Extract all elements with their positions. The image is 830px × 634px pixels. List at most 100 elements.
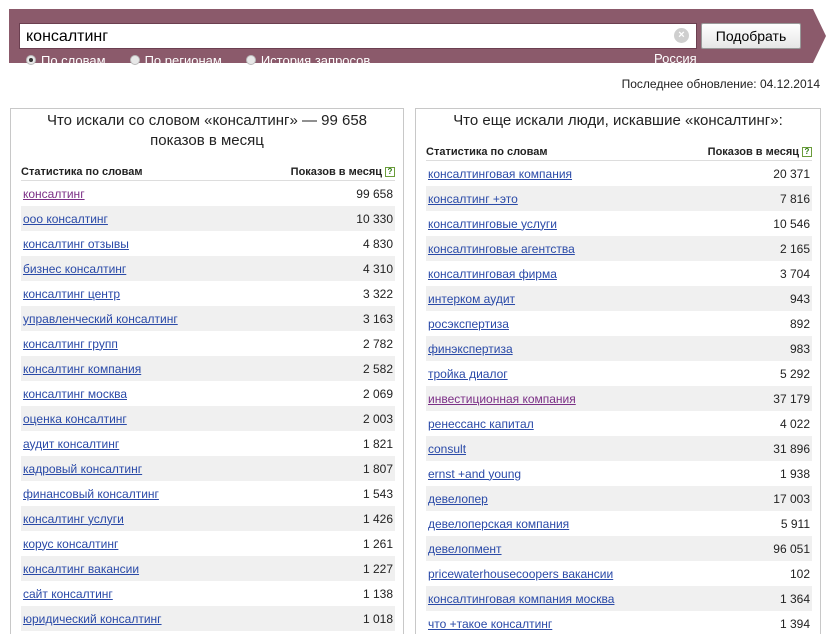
column-count: Показов в месяц? — [291, 166, 395, 178]
keyword-link[interactable]: инвестиционная компания — [428, 392, 576, 406]
keyword-link[interactable]: оценка консалтинг — [23, 412, 127, 426]
impressions-count: 2 165 — [779, 241, 810, 256]
impressions-count: 102 — [789, 566, 810, 581]
keyword-link[interactable]: девелоперская компания — [428, 517, 569, 531]
impressions-count: 96 051 — [773, 541, 810, 556]
keyword-link[interactable]: consult — [428, 442, 466, 456]
table-row: консалтинг компания 2 582 — [21, 356, 395, 381]
keyword-link[interactable]: консалтинговая компания — [428, 167, 572, 181]
column-header: Статистика по словам Показов в месяц? — [21, 163, 395, 181]
keyword-link[interactable]: финэкспертиза — [428, 342, 513, 356]
column-count-label: Показов в месяц — [707, 145, 799, 158]
keyword-link[interactable]: сайт консалтинг — [23, 587, 113, 601]
mode-by-words[interactable]: По словам — [26, 53, 106, 68]
impressions-count: 2 582 — [362, 361, 393, 376]
keyword-link[interactable]: консалтинг +это — [428, 192, 518, 206]
keyword-link[interactable]: росэкспертиза — [428, 317, 509, 331]
panel-title: Что искали со словом «консалтинг» — 99 6… — [46, 112, 368, 149]
mode-label: По регионам — [144, 52, 222, 68]
impressions-count: 1 227 — [362, 561, 393, 576]
column-word: Статистика по словам — [426, 145, 548, 158]
keyword-link[interactable]: консалтинг вакансии — [23, 562, 139, 576]
region-link[interactable]: Россия — [654, 51, 697, 66]
keyword-link[interactable]: консалтинговая компания москва — [428, 592, 614, 606]
table-row: консалтинг москва 2 069 — [21, 381, 395, 406]
impressions-count: 1 938 — [779, 466, 810, 481]
search-input[interactable]: консалтинг — [19, 23, 697, 49]
table-row: тройка диалог 5 292 — [426, 361, 812, 386]
mode-query-history[interactable]: История запросов — [245, 53, 370, 68]
keyword-link[interactable]: ренессанс капитал — [428, 417, 534, 431]
keyword-link[interactable]: что +такое консалтинг — [428, 617, 552, 631]
keyword-link[interactable]: девелопмент — [428, 542, 502, 556]
impressions-count: 4 830 — [362, 236, 393, 251]
keyword-link[interactable]: консалтинговые услуги — [428, 217, 557, 231]
keyword-link[interactable]: финансовый консалтинг — [23, 487, 159, 501]
table-row: сайт консалтинг 1 138 — [21, 581, 395, 606]
keyword-link[interactable]: аудит консалтинг — [23, 437, 119, 451]
keyword-link[interactable]: ernst +and young — [428, 467, 521, 481]
clear-icon[interactable]: × — [674, 28, 689, 43]
table-row: управленческий консалтинг 3 163 — [21, 306, 395, 331]
keyword-link[interactable]: консалтинг центр — [23, 287, 120, 301]
keyword-link[interactable]: бизнес консалтинг — [23, 262, 126, 276]
keyword-link[interactable]: консалтинг компания — [23, 362, 141, 376]
table-row: pricewaterhousecoopers вакансии 102 — [426, 561, 812, 586]
table-row: финансовый консалтинг 1 543 — [21, 481, 395, 506]
keyword-link[interactable]: интерком аудит — [428, 292, 515, 306]
impressions-count: 3 163 — [362, 311, 393, 326]
impressions-count: 99 658 — [356, 186, 393, 201]
table-row: финэкспертиза 983 — [426, 336, 812, 361]
impressions-count: 1 261 — [362, 536, 393, 551]
keyword-link[interactable]: управленческий консалтинг — [23, 312, 178, 326]
impressions-count: 20 371 — [773, 166, 810, 181]
table-row: ernst +and young 1 938 — [426, 461, 812, 486]
impressions-count: 10 546 — [773, 216, 810, 231]
keyword-link[interactable]: консалтинг услуги — [23, 512, 124, 526]
keyword-link[interactable]: pricewaterhousecoopers вакансии — [428, 567, 613, 581]
keyword-link[interactable]: кадровый консалтинг — [23, 462, 142, 476]
impressions-count: 17 003 — [773, 491, 810, 506]
keyword-link[interactable]: корус консалтинг — [23, 537, 118, 551]
impressions-count: 3 322 — [362, 286, 393, 301]
keyword-link[interactable]: ооо консалтинг — [23, 212, 108, 226]
table-row: консалтинговые услуги 10 546 — [426, 211, 812, 236]
mode-by-regions[interactable]: По регионам — [129, 52, 222, 68]
radio-icon[interactable] — [245, 55, 256, 65]
keyword-link[interactable]: консалтинг отзывы — [23, 237, 129, 251]
table-row: оценка консалтинг 2 003 — [21, 406, 395, 431]
submit-button[interactable]: Подобрать — [701, 23, 801, 49]
table-row: консалтинг центр 3 322 — [21, 281, 395, 306]
keyword-link[interactable]: консалтинг — [23, 187, 85, 201]
table-row: ооо консалтинг 10 330 — [21, 206, 395, 231]
impressions-count: 892 — [789, 316, 810, 331]
help-icon[interactable]: ? — [385, 166, 395, 177]
impressions-count: 983 — [789, 341, 810, 356]
keyword-link[interactable]: консалтинговая фирма — [428, 267, 557, 281]
impressions-count: 1 807 — [362, 461, 393, 476]
keyword-link[interactable]: юридический консалтинг — [23, 612, 162, 626]
table-row: девелопер 17 003 — [426, 486, 812, 511]
impressions-count: 37 179 — [773, 391, 810, 406]
keyword-link[interactable]: консалтинговые агентства — [428, 242, 575, 256]
table-row: что +такое консалтинг 1 394 — [426, 611, 812, 634]
impressions-count: 1 138 — [362, 586, 393, 601]
keyword-link[interactable]: девелопер — [428, 492, 488, 506]
impressions-count: 1 543 — [362, 486, 393, 501]
keyword-link[interactable]: консалтинг москва — [23, 387, 127, 401]
word-list: консалтинговая компания 20 371 консалтинг … — [426, 161, 812, 634]
table-row: консалтинг +это 7 816 — [426, 186, 812, 211]
help-icon[interactable]: ? — [802, 146, 812, 157]
table-row: консалтинговая фирма 3 704 — [426, 261, 812, 286]
table-row: консалтинговая компания 20 371 — [426, 161, 812, 186]
keyword-link[interactable]: консалтинг групп — [23, 337, 118, 351]
impressions-count: 2 782 — [362, 336, 393, 351]
keyword-link[interactable]: тройка диалог — [428, 367, 508, 381]
column-count: Показов в месяц? — [708, 146, 812, 158]
table-row: инвестиционная компания 37 179 — [426, 386, 812, 411]
impressions-count: 1 394 — [779, 616, 810, 631]
radio-icon[interactable] — [129, 55, 140, 65]
word-list: консалтинг 99 658 ооо консалтинг 10 330 конс… — [21, 181, 395, 631]
radio-selected-icon[interactable] — [26, 55, 36, 65]
impressions-count: 3 704 — [779, 266, 810, 281]
